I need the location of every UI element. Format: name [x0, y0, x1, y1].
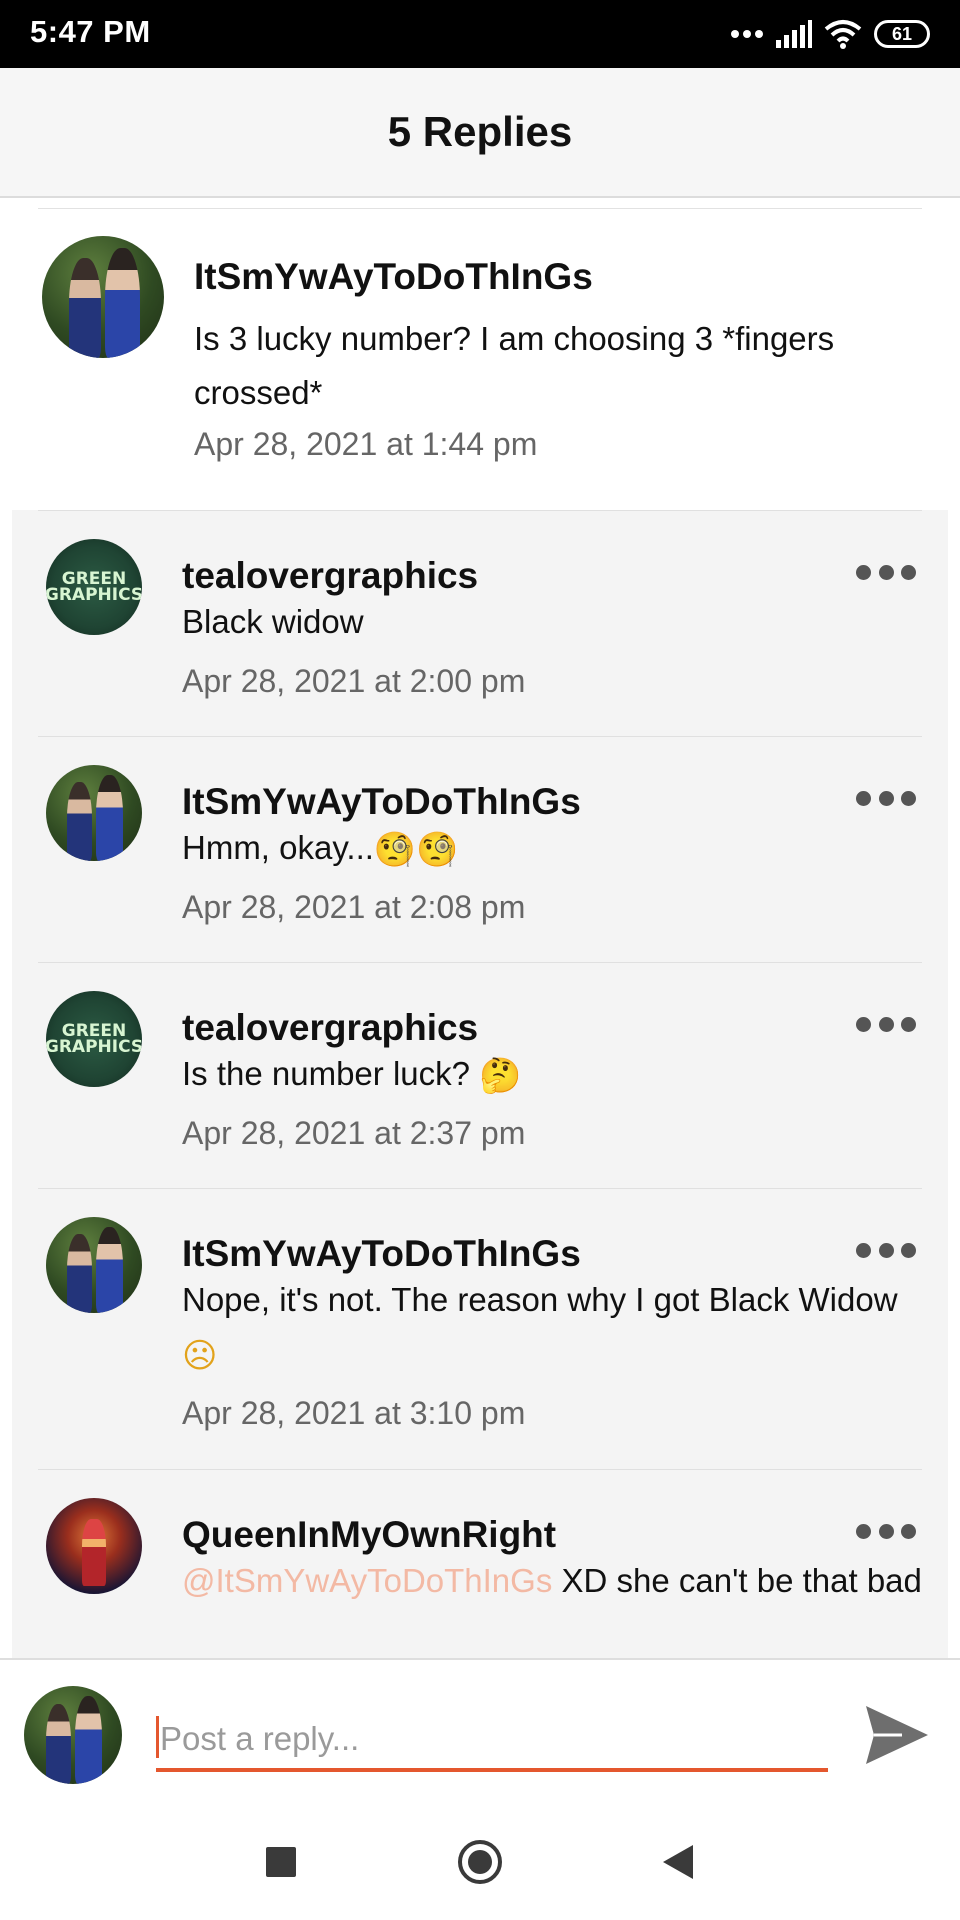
reply-text: @ItSmYwAyToDoThInGs XD she can't be that…	[182, 1562, 922, 1599]
header: 5 Replies	[0, 68, 960, 198]
reply-text: Nope, it's not. The reason why I got Bla…	[182, 1273, 942, 1383]
avatar[interactable]	[46, 1217, 142, 1313]
replies-list: GREEN GRAPHICS tealovergraphics Black wi…	[12, 510, 948, 1658]
status-icons: 61	[730, 16, 930, 52]
reply-author[interactable]: tealovergraphics	[182, 555, 478, 597]
avatar[interactable]	[42, 236, 164, 358]
send-button[interactable]	[862, 1700, 932, 1770]
reply-text: Is the number luck? 🤔	[182, 1047, 942, 1103]
square-icon	[266, 1847, 296, 1877]
reply-author[interactable]: QueenInMyOwnRight	[182, 1514, 556, 1556]
more-horizontal-icon	[856, 1016, 871, 1032]
circle-icon	[458, 1840, 502, 1884]
reply-item: ItSmYwAyToDoThInGs Nope, it's not. The r…	[38, 1188, 922, 1469]
battery-indicator: 61	[874, 20, 930, 48]
reply-thread[interactable]: ItSmYwAyToDoThInGs Is 3 lucky number? I …	[0, 198, 960, 1658]
reply-author[interactable]: ItSmYwAyToDoThInGs	[182, 1233, 581, 1275]
reply-timestamp: Apr 28, 2021 at 3:10 pm	[182, 1395, 526, 1431]
reply-timestamp: Apr 28, 2021 at 2:00 pm	[182, 663, 526, 699]
send-icon	[866, 1706, 928, 1764]
more-horizontal-icon	[856, 564, 871, 580]
divider	[38, 208, 922, 209]
reply-author[interactable]: tealovergraphics	[182, 1007, 478, 1049]
monocle-face-emoji: 🧐🧐	[373, 830, 459, 871]
more-options-button[interactable]	[856, 1235, 916, 1265]
text-cursor	[156, 1716, 159, 1758]
frowning-face-emoji: ☹	[182, 1336, 218, 1377]
avatar-logo-text: GRAPHICS	[46, 1037, 142, 1057]
home-button[interactable]	[448, 1830, 512, 1894]
reply-item: GREEN GRAPHICS tealovergraphics Black wi…	[38, 510, 922, 736]
reply-item: QueenInMyOwnRight @ItSmYwAyToDoThInGs XD…	[38, 1469, 922, 1658]
more-options-button[interactable]	[856, 1009, 916, 1039]
status-bar: 5:47 PM 61	[0, 0, 960, 68]
avatar[interactable]	[46, 765, 142, 861]
more-options-button[interactable]	[856, 1516, 916, 1546]
more-horizontal-icon	[856, 1242, 871, 1258]
more-horizontal-icon	[856, 790, 871, 806]
signal-icon	[776, 20, 812, 48]
more-options-button[interactable]	[856, 557, 916, 587]
avatar[interactable]: GREEN GRAPHICS	[46, 991, 142, 1087]
system-nav-bar	[0, 1804, 960, 1920]
more-dots-icon	[731, 30, 763, 38]
comment-timestamp: Apr 28, 2021 at 1:44 pm	[194, 426, 538, 462]
thinking-face-emoji: 🤔	[479, 1056, 522, 1097]
wifi-icon	[824, 20, 862, 49]
reply-timestamp: Apr 28, 2021 at 2:37 pm	[182, 1115, 526, 1151]
more-options-button[interactable]	[856, 783, 916, 813]
reply-item: ItSmYwAyToDoThInGs Hmm, okay...🧐🧐 Apr 28…	[38, 736, 922, 962]
reply-author[interactable]: ItSmYwAyToDoThInGs	[182, 781, 581, 823]
reply-text: Hmm, okay...🧐🧐	[182, 821, 942, 877]
page-title: 5 Replies	[387, 108, 573, 155]
comment-author[interactable]: ItSmYwAyToDoThInGs	[194, 256, 593, 298]
more-horizontal-icon	[856, 1523, 871, 1539]
reply-input[interactable]	[156, 1710, 828, 1772]
user-mention-link[interactable]: @ItSmYwAyToDoThInGs	[182, 1562, 552, 1599]
back-button[interactable]	[646, 1830, 710, 1894]
reply-timestamp: Apr 28, 2021 at 2:08 pm	[182, 889, 526, 925]
back-triangle-icon	[663, 1845, 693, 1879]
current-user-avatar[interactable]	[24, 1686, 122, 1784]
status-time: 5:47 PM	[30, 14, 151, 49]
comment-text: Is 3 lucky number? I am choosing 3 *fing…	[194, 320, 835, 411]
main-comment: ItSmYwAyToDoThInGs Is 3 lucky number? I …	[0, 210, 960, 498]
reply-item: GREEN GRAPHICS tealovergraphics Is the n…	[38, 962, 922, 1188]
reply-text: Black widow	[182, 603, 364, 640]
avatar-logo-text: GRAPHICS	[46, 585, 142, 605]
recents-button[interactable]	[249, 1830, 313, 1894]
avatar[interactable]: GREEN GRAPHICS	[46, 539, 142, 635]
reply-composer	[0, 1658, 960, 1806]
avatar[interactable]	[46, 1498, 142, 1594]
